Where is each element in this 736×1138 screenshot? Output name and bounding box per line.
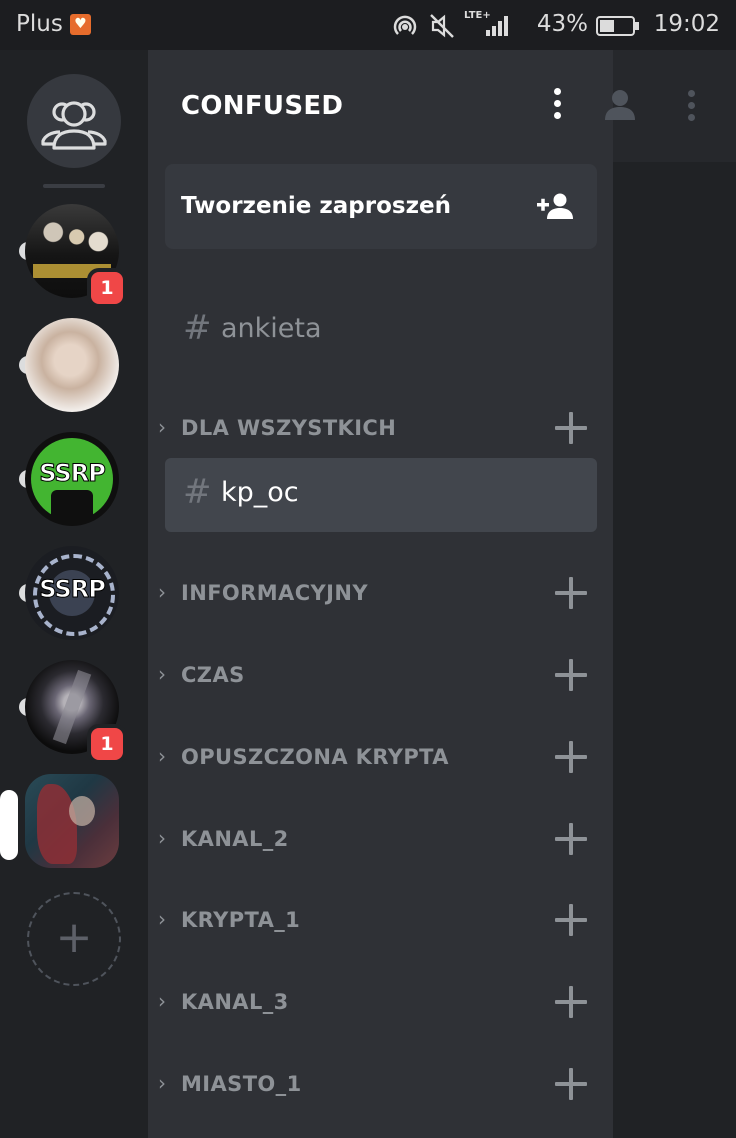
plus-icon: + (55, 912, 93, 963)
mention-badge: 1 (91, 728, 123, 760)
chevron-right-icon: › (158, 826, 166, 850)
mention-badge: 1 (91, 272, 123, 304)
category-dla-wszystkich[interactable]: › DLA WSZYSTKICH (148, 409, 613, 449)
server-icon-3[interactable]: SSRP (19, 432, 119, 526)
server-icon-5[interactable]: 1 (19, 660, 123, 760)
category-name: OPUSZCZONA KRYPTA (181, 745, 449, 769)
category-name: DLA WSZYSTKICH (181, 416, 397, 440)
server-rail: 1 SSRP SSRP 1 + (0, 50, 148, 1138)
channel-kp-oc[interactable]: # kp_oc (165, 458, 597, 532)
add-channel-icon[interactable] (555, 986, 587, 1018)
add-channel-icon[interactable] (555, 904, 587, 936)
server-icon-6[interactable] (0, 774, 119, 868)
create-invite-label: Tworzenie zaproszeń (181, 193, 451, 219)
signal-icon (486, 16, 508, 36)
server-4-label: SSRP (39, 575, 107, 604)
category-krypta-1[interactable]: › KRYPTA_1 (148, 901, 613, 941)
carrier-name: Plus (16, 11, 63, 37)
add-channel-icon[interactable] (555, 823, 587, 855)
member-list-icon[interactable] (605, 88, 635, 122)
chevron-right-icon: › (158, 580, 166, 604)
discord-mobile-app: Plus ♥ LTE+ 43% 19:02 1 SSRP SSRP 1 + CO… (0, 0, 736, 1138)
server-3-avatar: SSRP (25, 432, 119, 526)
chat-menu-icon[interactable] (686, 90, 696, 126)
guild-name: CONFUSED (181, 91, 344, 121)
text-channel-icon: # (183, 472, 212, 512)
hotspot-icon (393, 15, 417, 35)
category-name: MIASTO_1 (181, 1072, 302, 1096)
active-server-indicator (0, 790, 18, 860)
clock: 19:02 (653, 11, 720, 37)
chat-top-bar (605, 50, 736, 162)
category-opuszczona-krypta[interactable]: › OPUSZCZONA KRYPTA (148, 738, 613, 778)
channel-name: ankieta (221, 313, 322, 344)
status-icons: LTE+ 43% 19:02 (390, 10, 720, 40)
guild-menu-icon[interactable] (545, 88, 569, 124)
battery-icon (596, 16, 639, 36)
category-name: KANAL_2 (181, 827, 289, 851)
chevron-right-icon: › (158, 415, 166, 439)
add-channel-icon[interactable] (555, 412, 587, 444)
server-icon-4[interactable]: SSRP (19, 546, 119, 640)
battery-percent: 43% (536, 11, 588, 37)
guild-header[interactable]: CONFUSED (148, 50, 613, 160)
server-icon-2[interactable] (19, 318, 119, 412)
server-3-label: SSRP (39, 459, 107, 488)
chevron-right-icon: › (158, 907, 166, 931)
category-kanal-2[interactable]: › KANAL_2 (148, 820, 613, 860)
server-icon-1[interactable]: 1 (19, 204, 123, 304)
chat-panel (605, 50, 736, 1138)
add-channel-icon[interactable] (555, 1068, 587, 1100)
heart-app-icon: ♥ (70, 14, 91, 35)
chevron-right-icon: › (158, 1071, 166, 1095)
add-channel-icon[interactable] (555, 577, 587, 609)
channel-drawer: CONFUSED Tworzenie zaproszeń # ankieta ›… (148, 50, 613, 1138)
category-name: INFORMACYJNY (181, 581, 368, 605)
chevron-right-icon: › (158, 744, 166, 768)
status-bar: Plus ♥ LTE+ 43% 19:02 (0, 0, 736, 50)
friends-icon (41, 101, 107, 150)
server-6-avatar (25, 774, 119, 868)
mute-icon (430, 14, 454, 38)
category-name: KANAL_3 (181, 990, 289, 1014)
category-name: CZAS (181, 663, 245, 687)
rail-separator (43, 184, 105, 188)
category-informacyjny[interactable]: › INFORMACYJNY (148, 574, 613, 614)
category-name: KRYPTA_1 (181, 908, 301, 932)
channel-ankieta[interactable]: # ankieta (165, 294, 597, 368)
category-kanal-3[interactable]: › KANAL_3 (148, 983, 613, 1023)
category-miasto-1[interactable]: › MIASTO_1 (148, 1065, 613, 1105)
add-channel-icon[interactable] (555, 659, 587, 691)
channel-name: kp_oc (221, 477, 299, 508)
direct-messages-button[interactable] (27, 74, 121, 168)
chevron-right-icon: › (158, 662, 166, 686)
server-4-avatar: SSRP (25, 546, 119, 640)
add-channel-icon[interactable] (555, 741, 587, 773)
add-server-button[interactable]: + (27, 892, 121, 986)
create-invite-button[interactable]: Tworzenie zaproszeń (165, 164, 597, 249)
category-czas[interactable]: › CZAS (148, 656, 613, 696)
server-2-avatar (25, 318, 119, 412)
text-channel-icon: # (183, 308, 212, 348)
chevron-right-icon: › (158, 989, 166, 1013)
add-person-icon (537, 193, 573, 219)
